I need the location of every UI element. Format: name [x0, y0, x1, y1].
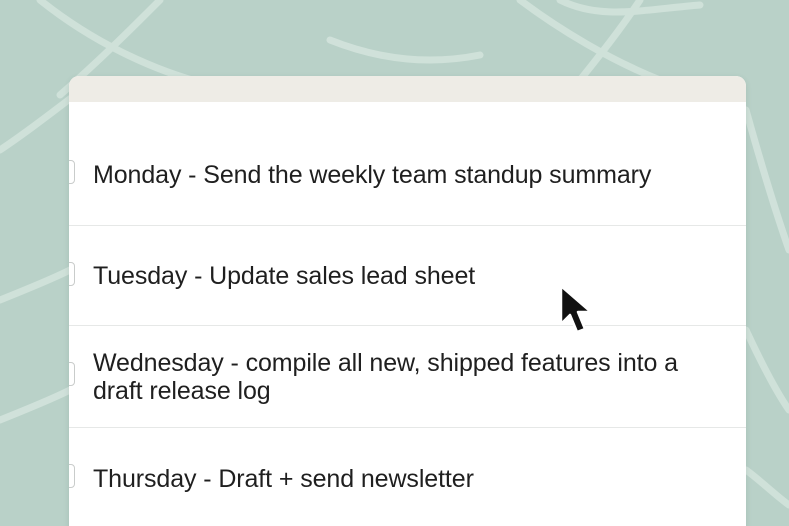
checkbox-icon[interactable]: [69, 464, 75, 488]
task-item[interactable]: Tuesday - Update sales lead sheet: [69, 226, 746, 326]
task-label: Tuesday - Update sales lead sheet: [93, 262, 476, 290]
task-label: Wednesday - compile all new, shipped fea…: [93, 349, 678, 405]
checkbox-icon[interactable]: [69, 160, 75, 184]
task-label: Thursday - Draft + send newsletter: [93, 465, 474, 493]
task-item[interactable]: Monday - Send the weekly team standup su…: [69, 102, 746, 226]
mouse-pointer-icon: [559, 284, 593, 334]
card-header: [69, 76, 746, 102]
todo-card: Monday - Send the weekly team standup su…: [69, 76, 746, 526]
task-item[interactable]: Thursday - Draft + send newsletter: [69, 428, 746, 526]
task-item[interactable]: Wednesday - compile all new, shipped fea…: [69, 326, 746, 428]
checkbox-icon[interactable]: [69, 262, 75, 286]
checkbox-icon[interactable]: [69, 362, 75, 386]
task-label: Monday - Send the weekly team standup su…: [93, 161, 652, 189]
